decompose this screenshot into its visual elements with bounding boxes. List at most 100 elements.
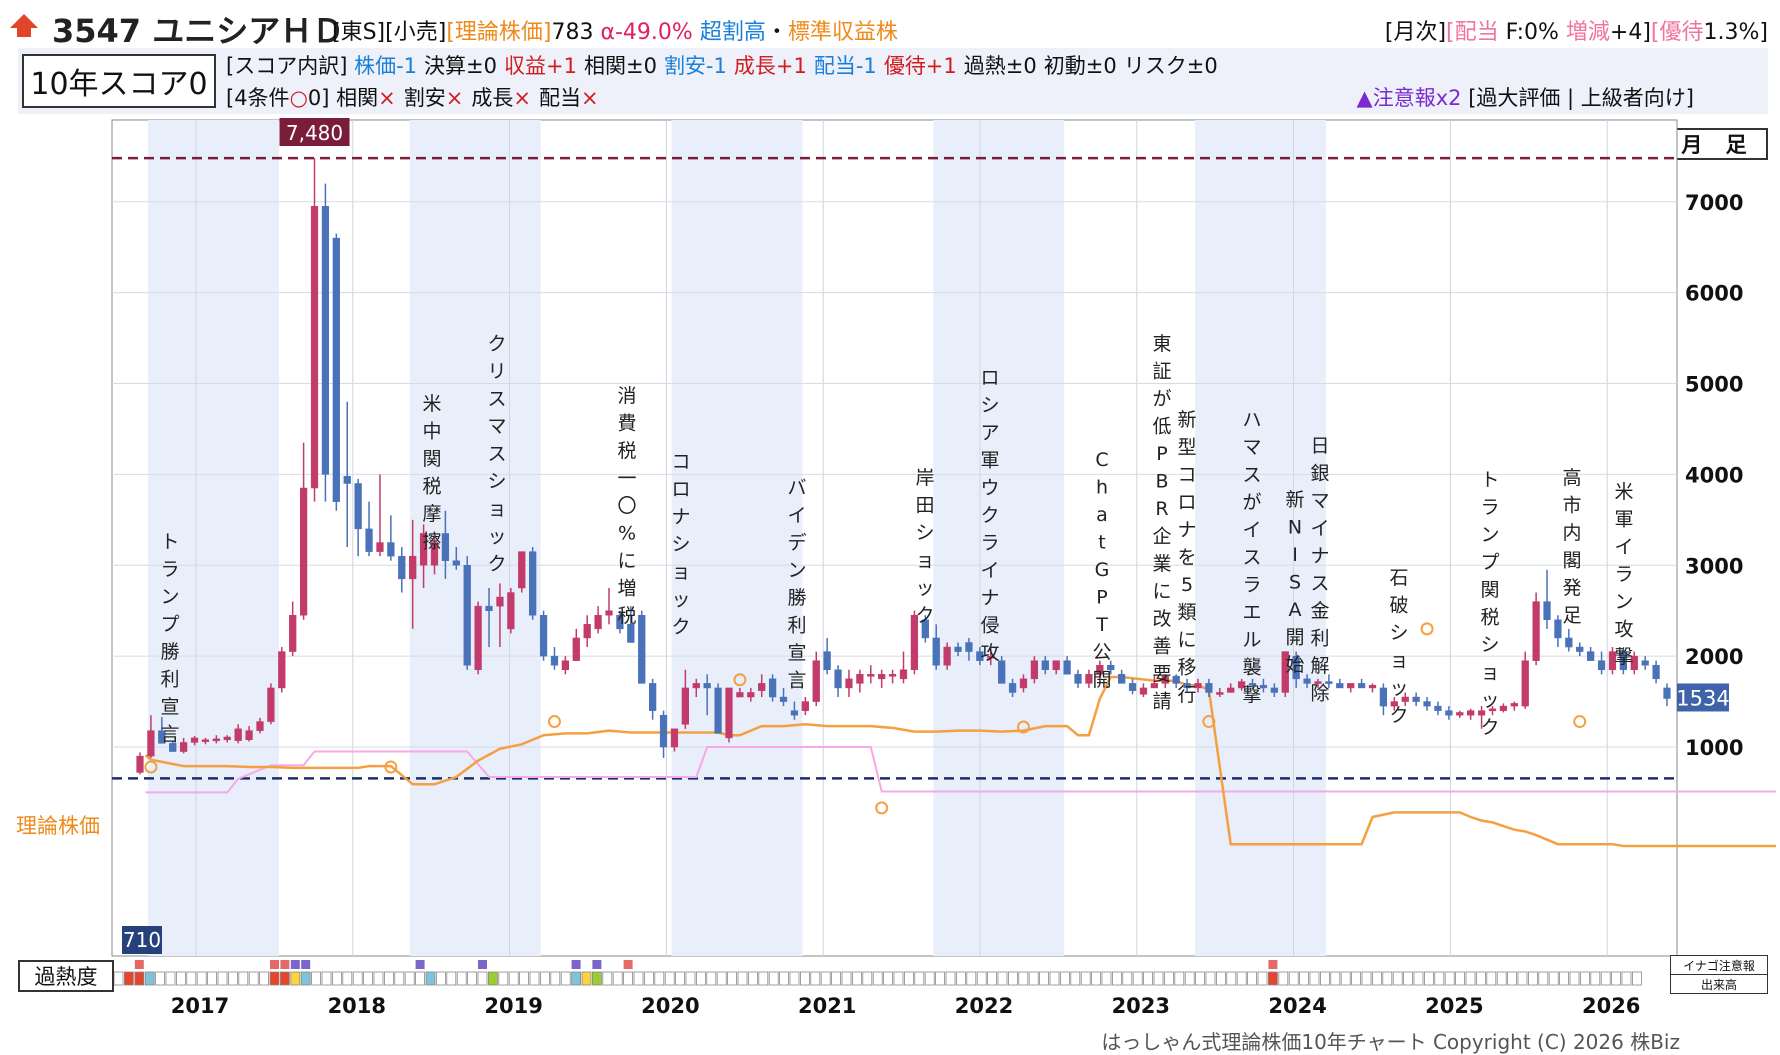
candle-body — [1663, 687, 1671, 699]
overheat-square — [758, 971, 769, 986]
event-annotation-char: ウ — [980, 477, 999, 499]
overheat-square — [1164, 971, 1174, 986]
candle-body — [1270, 687, 1278, 693]
candle-body — [507, 592, 515, 630]
candle-body — [550, 655, 559, 666]
overheat-square — [654, 971, 665, 986]
x-tick-label: 2025 — [1425, 994, 1483, 1018]
event-annotation-char: N — [1288, 517, 1302, 539]
candle-body — [496, 596, 504, 607]
event-annotation-char: イ — [1614, 536, 1633, 558]
x-tick-label: 2024 — [1268, 994, 1326, 1018]
candle-body — [834, 669, 842, 689]
candle-body — [1456, 712, 1464, 716]
event-annotation-char: シ — [980, 395, 999, 417]
overheat-top-marker — [592, 960, 602, 969]
overheat-square — [1174, 971, 1185, 986]
overheat-square — [1361, 971, 1372, 986]
event-annotation-char: 内 — [1562, 522, 1581, 544]
event-annotation-char: リ — [487, 361, 506, 383]
event-annotation-char: 企 — [1152, 526, 1171, 548]
candle-body — [1652, 664, 1660, 680]
event-annotation-char: A — [1289, 599, 1302, 621]
event-annotation-char: ク — [1480, 717, 1499, 739]
overheat-square — [779, 971, 789, 986]
event-annotation: クリスマスショック — [487, 333, 506, 575]
candle-body — [758, 683, 766, 691]
event-annotation-char: イ — [1310, 518, 1329, 540]
candle-body — [1587, 651, 1595, 661]
event-annotation-char: 費 — [617, 413, 636, 435]
event-annotation-char: ト — [160, 531, 179, 553]
event-annotation-char: が — [1152, 388, 1171, 410]
overheat-square — [508, 971, 519, 986]
event-annotation-char: 請 — [1152, 691, 1171, 713]
overheat-square — [581, 971, 592, 986]
event-annotation-char: 新 — [1285, 489, 1304, 511]
overheat-square — [612, 971, 623, 986]
overheat-label: 過熱度 — [18, 960, 114, 992]
event-annotation-char: 開 — [1285, 627, 1304, 649]
overheat-top-marker — [134, 960, 144, 969]
candle-body — [1499, 705, 1508, 711]
event-annotation-char: 除 — [1310, 683, 1329, 705]
overheat-square — [924, 971, 935, 986]
event-annotation-char: ト — [1480, 469, 1499, 491]
overheat-square — [1070, 971, 1081, 986]
candle-body — [201, 739, 210, 742]
candle-body — [278, 651, 286, 689]
event-annotation-char: シ — [487, 471, 506, 493]
y-tick-label: 5000 — [1685, 373, 1743, 397]
overheat-square — [1205, 971, 1216, 986]
event-annotation-char: h — [1096, 477, 1108, 499]
candle-body — [943, 646, 951, 666]
candle-body — [365, 528, 373, 552]
overheat-square — [904, 971, 914, 986]
event-annotation-char: 利 — [160, 669, 179, 691]
overheat-square — [1538, 971, 1549, 986]
event-annotation-char: ラ — [1242, 574, 1261, 596]
overheat-square — [1143, 971, 1153, 986]
overheat-square — [1060, 971, 1070, 986]
event-annotation-char: ナ — [1177, 519, 1196, 541]
event-annotation-char: 軍 — [1614, 509, 1633, 531]
event-annotation-char: 税 — [1480, 607, 1499, 629]
overheat-square — [1340, 971, 1351, 986]
event-annotation-char: ア — [980, 422, 999, 444]
overheat-square — [1392, 971, 1403, 986]
overheat-top-marker — [478, 960, 487, 969]
event-annotation-char: 言 — [787, 670, 806, 692]
event-annotation-char: 行 — [1177, 684, 1196, 706]
overheat-square — [1018, 971, 1029, 986]
candle-body — [256, 721, 264, 731]
event-annotation-char: R — [1155, 498, 1168, 520]
event-annotation-char: 市 — [1562, 495, 1581, 517]
overheat-square — [373, 971, 384, 986]
overheat-square — [238, 971, 249, 986]
overheat-square — [675, 971, 685, 986]
event-annotation-char: 攻 — [1614, 619, 1633, 641]
candle-body — [299, 487, 308, 616]
event-annotation-char: ラ — [160, 559, 179, 581]
candle-body — [1576, 646, 1584, 652]
overheat-square — [1268, 971, 1278, 986]
overheat-square — [737, 971, 748, 986]
event-annotation-char: 利 — [787, 615, 806, 637]
event-annotation-char: に — [1177, 629, 1196, 651]
event-annotation-char: ナ — [980, 587, 999, 609]
candle-body — [823, 651, 831, 671]
overheat-square — [217, 971, 228, 986]
y-tick-label: 4000 — [1685, 463, 1743, 487]
candle-body — [1521, 660, 1529, 707]
overheat-square — [1257, 971, 1268, 986]
year-band — [671, 120, 803, 956]
candle-body — [1303, 678, 1311, 684]
candle-body — [627, 624, 635, 643]
overheat-square — [1112, 971, 1122, 986]
event-annotation-char: ロ — [1177, 492, 1196, 514]
event-annotation-char: 税 — [617, 605, 636, 627]
overheat-square — [1372, 971, 1382, 986]
event-annotation-char: ル — [1242, 629, 1261, 651]
event-annotation-char: マ — [1242, 437, 1261, 459]
candle-body — [1074, 674, 1082, 684]
